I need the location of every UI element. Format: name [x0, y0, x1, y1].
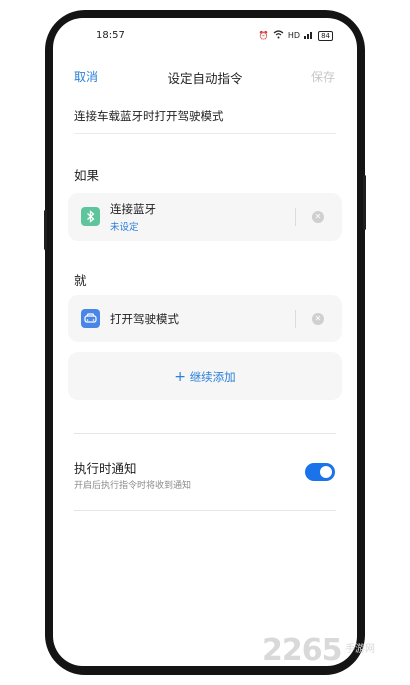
- volume-button: [44, 210, 47, 250]
- divider: [74, 433, 336, 434]
- command-name-input[interactable]: 连接车载蓝牙时打开驾驶模式: [74, 108, 336, 134]
- status-bar: 18:57 ⏰ HD 84: [53, 28, 357, 46]
- action-card-driving-mode[interactable]: 打开驾驶模式 ✕: [68, 295, 342, 342]
- notify-title: 执行时通知: [74, 461, 137, 476]
- condition-card-bluetooth[interactable]: 连接蓝牙 未设定 ✕: [68, 193, 342, 241]
- signal-icon: [304, 30, 314, 41]
- toggle-knob: [320, 466, 332, 478]
- if-section-label: 如果: [74, 168, 100, 183]
- notify-toggle[interactable]: [305, 463, 335, 481]
- wifi-icon: [273, 30, 284, 41]
- power-button: [363, 175, 366, 230]
- nav-bar: 取消 设定自动指令 保存: [53, 68, 357, 88]
- status-time: 18:57: [96, 30, 125, 41]
- status-icons: ⏰ HD 84: [259, 30, 333, 41]
- card-divider: [295, 310, 296, 328]
- watermark-logo: 2265: [262, 633, 342, 668]
- watermark-text: 手游网: [345, 644, 375, 655]
- hd-label: HD: [287, 31, 301, 40]
- then-section-label: 就: [74, 273, 87, 288]
- phone-screen: 18:57 ⏰ HD 84 取消 设定自动指令 保存 连接车载蓝牙时打开驾驶模式…: [53, 18, 357, 666]
- divider: [74, 510, 336, 511]
- remove-icon[interactable]: ✕: [312, 211, 324, 223]
- car-icon: [81, 309, 100, 328]
- action-title: 打开驾驶模式: [110, 312, 179, 326]
- remove-icon[interactable]: ✕: [312, 313, 324, 325]
- alarm-icon: ⏰: [258, 31, 269, 40]
- add-action-label: + 继续添加: [174, 369, 236, 385]
- add-action-button[interactable]: + 继续添加: [68, 352, 342, 400]
- notify-subtitle: 开启后执行指令时将收到通知: [74, 481, 192, 491]
- battery-icon: 84: [318, 30, 333, 41]
- bluetooth-icon: [81, 207, 100, 226]
- condition-subtitle: 未设定: [110, 222, 139, 233]
- card-divider: [295, 208, 296, 226]
- save-button[interactable]: 保存: [311, 68, 335, 85]
- condition-title: 连接蓝牙: [110, 202, 156, 216]
- plus-icon: +: [174, 369, 187, 385]
